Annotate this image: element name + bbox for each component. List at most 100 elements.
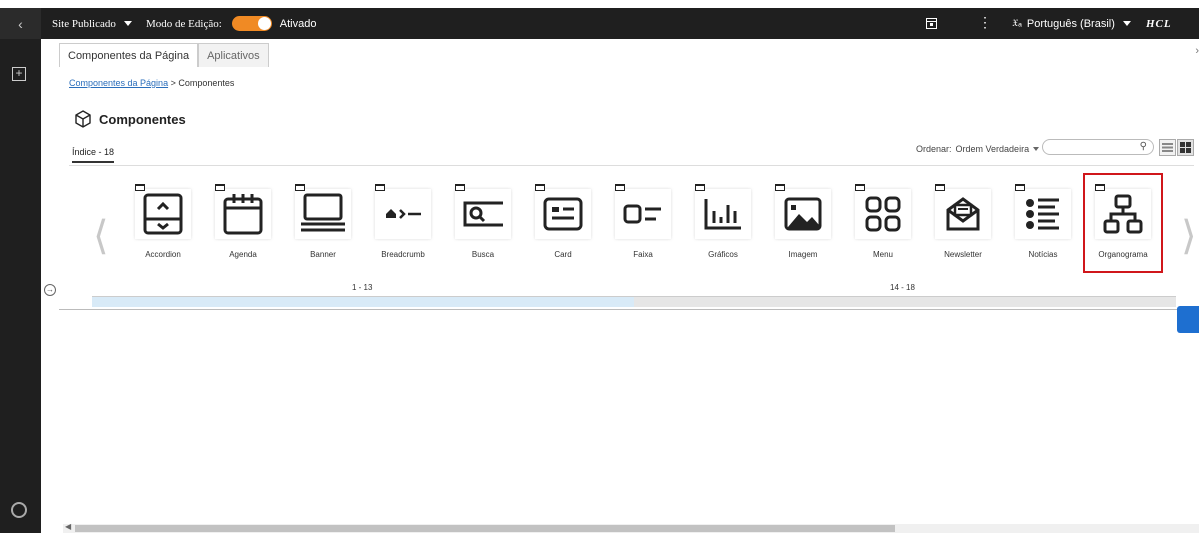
component-card-noticias[interactable]: Notícias [1003, 173, 1083, 273]
scroll-left-icon[interactable]: ◀ [65, 522, 71, 531]
component-label: Busca [471, 250, 495, 259]
component-card-menu[interactable]: Menu [843, 173, 923, 273]
component-tile [855, 189, 911, 239]
component-card-agenda[interactable]: Agenda [203, 173, 283, 273]
language-selector[interactable]: 𝔛ₐ Português (Brasil) [1012, 18, 1131, 30]
folder-icon [135, 184, 145, 191]
language-label: Português (Brasil) [1026, 17, 1115, 30]
component-card-accordion[interactable]: Accordion [123, 173, 203, 273]
side-action-tab[interactable] [1177, 306, 1199, 333]
breadcrumb-link[interactable]: Componentes da Página [69, 78, 168, 88]
image-icon [784, 197, 822, 231]
chart-icon [704, 199, 741, 230]
search-box-icon [463, 201, 503, 227]
search-icon[interactable]: ⚲ [1140, 141, 1147, 152]
component-tile [615, 189, 671, 239]
panel-tabs: Componentes da Página Aplicativos [59, 43, 269, 67]
section-title-text: Componentes [99, 111, 186, 127]
chevron-left-icon: ‹ [18, 15, 23, 32]
folder-icon [375, 184, 385, 191]
component-card-faixa[interactable]: Faixa [603, 173, 683, 273]
pager-progress-fill [92, 297, 634, 307]
horizontal-scrollbar[interactable]: ◀ [63, 522, 1199, 533]
add-page-icon[interactable]: + [12, 67, 26, 81]
component-tile [455, 189, 511, 239]
more-options-button[interactable]: ⋮ [978, 15, 992, 32]
component-card-busca[interactable]: Busca [443, 173, 523, 273]
edit-mode: Modo de Edição: Ativado [146, 16, 316, 31]
back-button[interactable]: ‹ [0, 8, 41, 39]
component-list: Accordion Agenda Banner Breadcrumb Busca… [123, 173, 1163, 273]
breadcrumb-icon [386, 209, 421, 219]
component-card-banner[interactable]: Banner [283, 173, 363, 273]
preview-button[interactable] [926, 18, 937, 29]
carousel-next-arrow[interactable]: ⟩ [1181, 213, 1197, 259]
component-card-newsletter[interactable]: Newsletter [923, 173, 1003, 273]
component-tile [215, 189, 271, 239]
caret-down-icon [1033, 147, 1040, 151]
pager-page-1[interactable]: 1 - 13 [352, 283, 372, 292]
grid-view-icon [1180, 142, 1191, 153]
caret-down-icon [123, 21, 132, 26]
carousel-prev-arrow[interactable]: ⟨ [93, 213, 109, 259]
translate-icon: 𝔛ₐ [1012, 18, 1022, 29]
sort-dropdown[interactable]: Ordenar: Ordem Verdadeira [916, 144, 1040, 154]
folder-icon [695, 184, 705, 191]
site-selector[interactable]: Site Publicado [52, 18, 132, 30]
component-label: Notícias [1028, 250, 1058, 259]
site-label: Site Publicado [52, 17, 116, 30]
tab-underline [69, 165, 1194, 166]
edit-mode-label: Modo de Edição: [146, 17, 222, 30]
close-icon[interactable]: › [1195, 45, 1199, 57]
banner-icon [301, 193, 345, 232]
tab-page-components[interactable]: Componentes da Página [59, 43, 199, 67]
accordion-icon [143, 193, 183, 235]
component-card-organograma[interactable]: Organograma [1083, 173, 1163, 273]
component-label: Card [554, 250, 572, 259]
component-label: Breadcrumb [381, 250, 425, 259]
component-tile [535, 189, 591, 239]
component-label: Organograma [1098, 250, 1148, 259]
folder-icon [535, 184, 545, 191]
view-toggle [1158, 139, 1194, 156]
brand-logo: HCL [1146, 17, 1172, 30]
component-tile [375, 189, 431, 239]
component-tile [1095, 189, 1151, 239]
component-tile [1015, 189, 1071, 239]
tab-index[interactable]: Índice - 18 [72, 147, 115, 163]
menu-grid-icon [865, 196, 901, 232]
cube-icon [75, 110, 91, 128]
component-label: Imagem [788, 250, 818, 259]
folder-icon [215, 184, 225, 191]
component-tile [135, 189, 191, 239]
search-input[interactable]: ⚲ [1042, 139, 1154, 155]
edit-mode-state: Ativado [279, 17, 317, 30]
caret-down-icon [1122, 21, 1131, 26]
calendar-icon [223, 194, 263, 235]
component-label: Accordion [145, 250, 181, 259]
left-rail: + [0, 39, 41, 533]
tab-applications[interactable]: Aplicativos [198, 43, 269, 67]
scrollbar-thumb[interactable] [75, 525, 895, 532]
component-label: Agenda [229, 250, 257, 259]
pager-progress-bar[interactable] [92, 296, 1176, 307]
folder-icon [855, 184, 865, 191]
kebab-menu-icon: ⋮ [978, 16, 992, 31]
pager-page-2[interactable]: 14 - 18 [890, 283, 915, 292]
components-panel: Componentes da Página Aplicativos › Comp… [59, 43, 1199, 310]
component-card-imagem[interactable]: Imagem [763, 173, 843, 273]
component-label: Gráficos [708, 250, 738, 259]
edit-mode-toggle[interactable] [231, 16, 272, 31]
components-carousel: ⟨ ⟩ Accordion Agenda Banner Breadcrumb B… [93, 173, 1197, 293]
component-tile [935, 189, 991, 239]
folder-icon [1015, 184, 1025, 191]
section-title: Componentes [73, 109, 186, 129]
component-card-card[interactable]: Card [523, 173, 603, 273]
help-ring-icon[interactable] [11, 502, 27, 518]
component-card-breadcrumb[interactable]: Breadcrumb [363, 173, 443, 273]
grid-view-button[interactable] [1177, 139, 1194, 156]
expand-panel-button[interactable]: → [44, 284, 56, 296]
component-card-graficos[interactable]: Gráficos [683, 173, 763, 273]
component-label: Banner [310, 250, 336, 259]
list-view-button[interactable] [1159, 139, 1176, 156]
